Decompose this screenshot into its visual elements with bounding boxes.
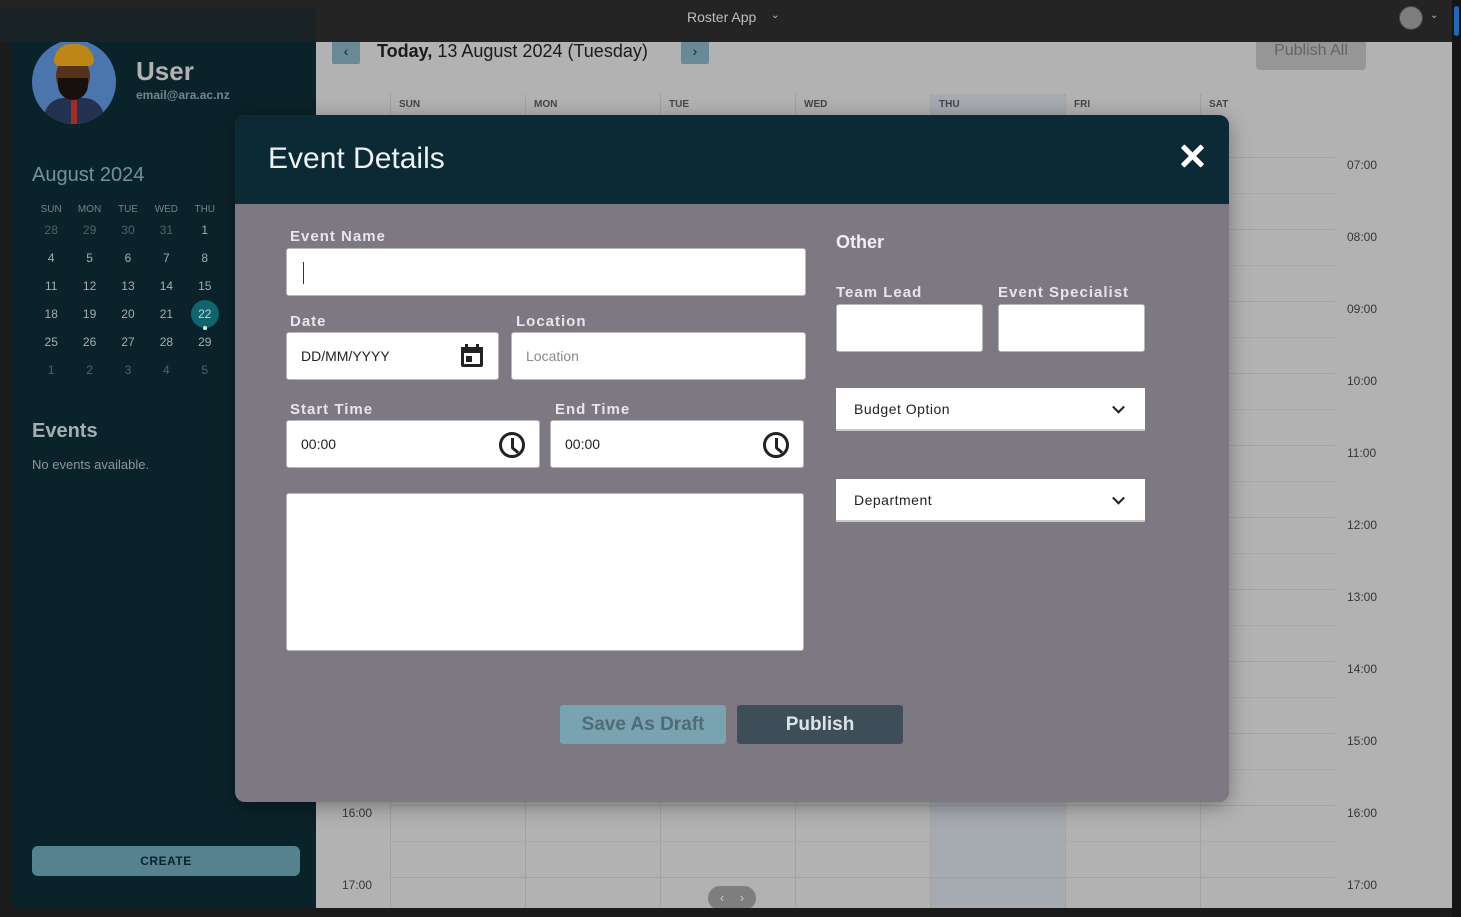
date-label: Date [290, 313, 327, 330]
start-time-value: 00:00 [301, 436, 337, 452]
event-details-modal: Event Details Event Name Date DD/MM/YYYY… [235, 115, 1229, 802]
department-select[interactable]: Department [836, 479, 1145, 522]
modal-header: Event Details [235, 115, 1229, 204]
start-time-label: Start Time [290, 401, 374, 418]
location-label: Location [516, 313, 587, 330]
budget-option-select[interactable]: Budget Option [836, 388, 1145, 431]
clock-icon[interactable] [499, 432, 525, 458]
team-lead-input[interactable] [836, 304, 983, 352]
budget-option-value: Budget Option [854, 400, 951, 417]
end-time-label: End Time [555, 401, 631, 418]
publish-button[interactable]: Publish [737, 705, 903, 744]
end-time-value: 00:00 [565, 436, 601, 452]
location-placeholder: Location [526, 348, 579, 364]
event-name-label: Event Name [290, 228, 386, 245]
modal-title: Event Details [268, 142, 445, 175]
chevron-down-icon [1112, 400, 1125, 414]
event-specialist-label: Event Specialist [998, 284, 1130, 301]
event-specialist-input[interactable] [998, 304, 1145, 352]
close-icon[interactable] [1177, 141, 1207, 171]
save-as-draft-button[interactable]: Save As Draft [560, 705, 726, 744]
department-value: Department [854, 491, 933, 508]
date-input[interactable]: DD/MM/YYYY [286, 332, 499, 380]
chevron-down-icon [1112, 491, 1125, 505]
start-time-input[interactable]: 00:00 [286, 420, 540, 468]
end-time-input[interactable]: 00:00 [550, 420, 804, 468]
date-value: DD/MM/YYYY [301, 348, 390, 364]
team-lead-label: Team Lead [836, 284, 923, 301]
event-name-input[interactable] [286, 248, 806, 296]
location-input[interactable]: Location [511, 332, 806, 380]
calendar-icon[interactable] [460, 344, 484, 368]
clock-icon[interactable] [763, 432, 789, 458]
description-textarea[interactable] [286, 493, 804, 651]
other-section-title: Other [836, 232, 885, 252]
app-window: ‹ Today, 13 August 2024 (Tuesday) › Publ… [0, 0, 1461, 917]
